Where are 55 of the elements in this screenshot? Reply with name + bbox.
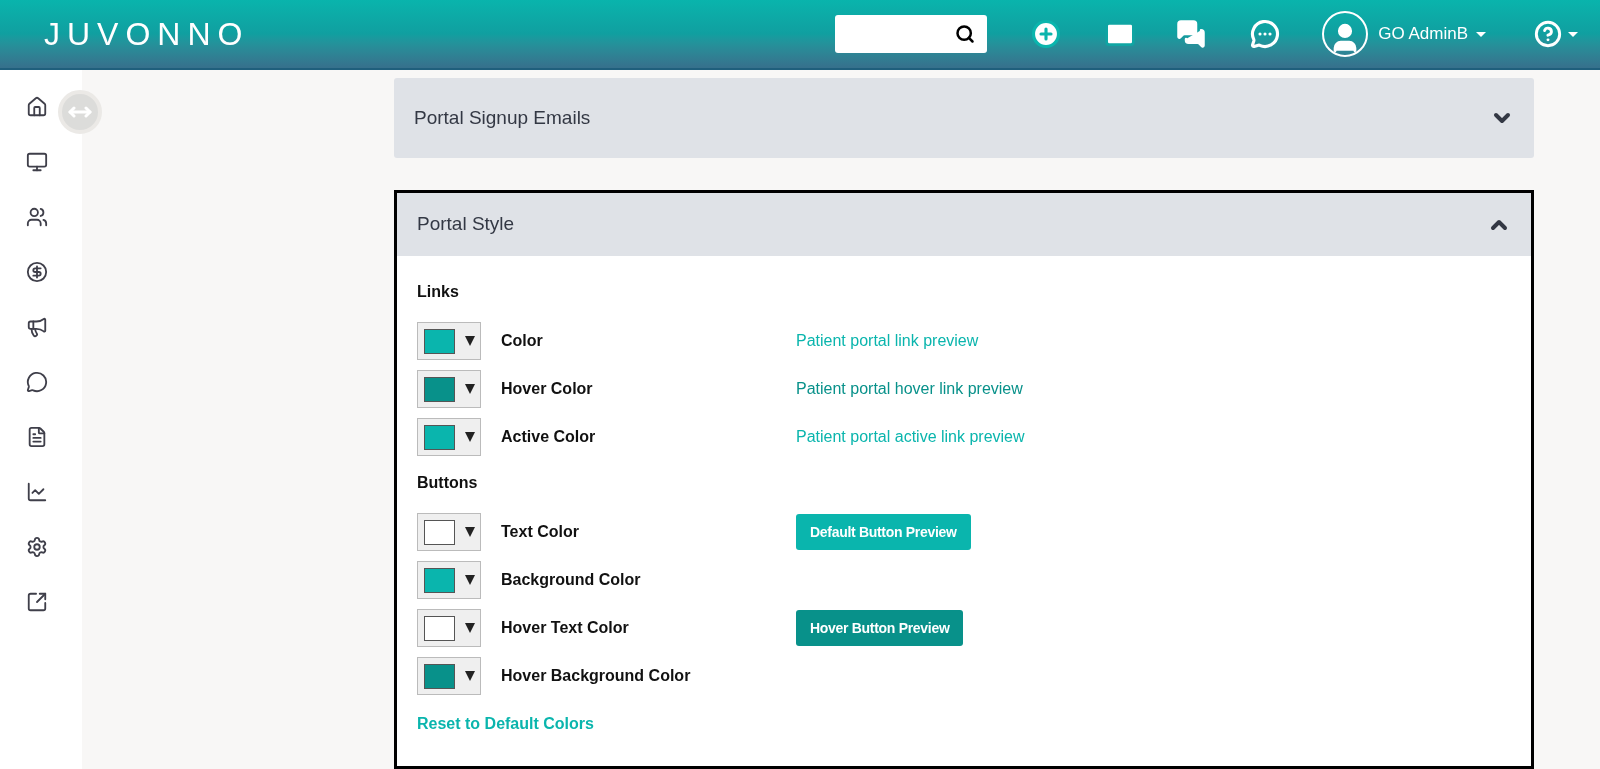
- section-heading: Links: [417, 282, 460, 302]
- color-picker[interactable]: [417, 657, 481, 695]
- reset-link[interactable]: Reset to Default Colors: [417, 712, 1511, 736]
- color-picker[interactable]: [417, 322, 481, 360]
- color-label: Hover Background Color: [501, 666, 692, 686]
- color-label: Active Color: [501, 427, 597, 447]
- color-label: Background Color: [501, 570, 642, 590]
- user-menu[interactable]: GO AdminB: [1378, 21, 1486, 47]
- document-icon[interactable]: [26, 426, 48, 448]
- preview-button[interactable]: Default Button Preview: [796, 514, 971, 550]
- external-link-icon[interactable]: [26, 591, 48, 613]
- link-preview[interactable]: Patient portal active link preview: [796, 425, 1025, 449]
- monitor-icon[interactable]: [26, 151, 48, 173]
- link-preview[interactable]: Patient portal link preview: [796, 329, 979, 353]
- people-icon[interactable]: [26, 206, 48, 228]
- line-chart-icon[interactable]: [26, 481, 48, 503]
- color-picker[interactable]: [417, 418, 481, 456]
- help-icon[interactable]: [1534, 20, 1562, 48]
- add-icon[interactable]: [1031, 19, 1062, 49]
- dollar-icon[interactable]: [26, 261, 48, 283]
- caret-icon: [465, 575, 475, 585]
- panel-title: Portal Style: [417, 212, 515, 237]
- avatar[interactable]: [1322, 11, 1369, 57]
- color-label: Color: [501, 331, 544, 351]
- panel-header[interactable]: Portal Signup Emails: [394, 78, 1534, 158]
- caret-icon: [465, 671, 475, 681]
- gear-icon[interactable]: [26, 536, 48, 558]
- logo[interactable]: JUVONNO: [44, 10, 250, 58]
- preview-button[interactable]: Hover Button Preview: [796, 610, 964, 646]
- color-label: Text Color: [501, 522, 580, 542]
- caret-icon: [465, 336, 475, 346]
- chat-bubbles-icon[interactable]: [1250, 19, 1281, 49]
- search-icon: [955, 24, 976, 44]
- megaphone-icon[interactable]: [26, 316, 48, 338]
- color-label: Hover Text Color: [501, 618, 630, 638]
- panel-header[interactable]: Portal Style: [397, 193, 1531, 256]
- panel-title: Portal Signup Emails: [414, 105, 591, 130]
- caret-icon: [1568, 31, 1578, 37]
- caret-icon: [1476, 31, 1486, 37]
- color-label: Hover Color: [501, 379, 594, 399]
- caret-icon: [465, 384, 475, 394]
- color-picker[interactable]: [417, 370, 481, 408]
- search-field[interactable]: [835, 15, 988, 53]
- collapse-toggle[interactable]: [58, 90, 102, 134]
- color-picker[interactable]: [417, 609, 481, 647]
- caret-icon: [465, 623, 475, 633]
- chat-icon[interactable]: [1176, 19, 1207, 49]
- link-preview[interactable]: Patient portal hover link preview: [796, 377, 1023, 401]
- section-heading: Buttons: [417, 473, 479, 493]
- speech-bubble-icon[interactable]: [26, 371, 48, 393]
- caret-icon: [465, 432, 475, 442]
- caret-icon: [465, 527, 475, 537]
- home-icon[interactable]: [26, 96, 48, 118]
- color-picker[interactable]: [417, 513, 481, 551]
- color-picker[interactable]: [417, 561, 481, 599]
